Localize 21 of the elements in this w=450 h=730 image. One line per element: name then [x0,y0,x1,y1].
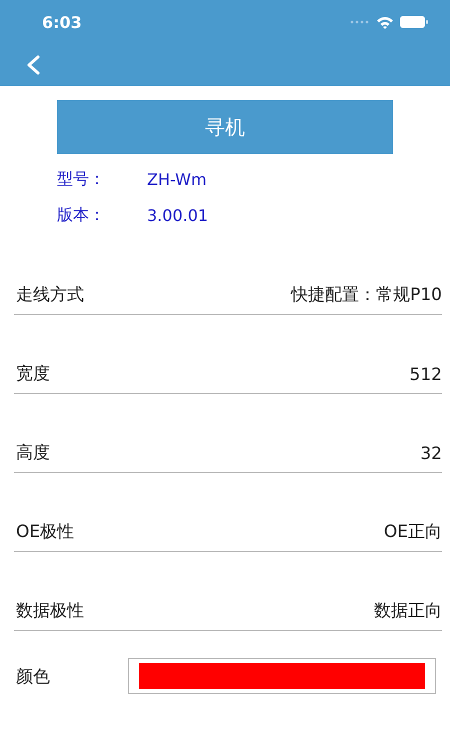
battery-icon [400,16,428,28]
setting-label: 高度 [15,442,50,464]
setting-label: OE极性 [15,521,74,543]
wifi-icon [376,16,394,28]
setting-label: 颜色 [15,666,50,688]
back-icon[interactable] [26,55,40,75]
signal-icon [350,20,370,24]
setting-label: 宽度 [15,363,50,385]
setting-value[interactable]: 快捷配置：常规P10 [291,283,442,306]
setting-label: 走线方式 [15,284,84,306]
setting-value[interactable]: OE正向 [384,520,442,543]
setting-value[interactable]: 512 [410,365,442,385]
info-label: 型号： [57,168,106,190]
info-value: ZH-Wm [147,170,207,188]
setting-value[interactable]: 32 [420,444,442,464]
info-value: 3.00.01 [147,206,208,224]
info-label: 版本： [57,204,106,226]
setting-label: 数据极性 [15,600,84,622]
setting-value[interactable]: 数据正向 [374,599,442,622]
color-field[interactable] [128,658,436,694]
status-time: 6:03 [42,12,82,32]
